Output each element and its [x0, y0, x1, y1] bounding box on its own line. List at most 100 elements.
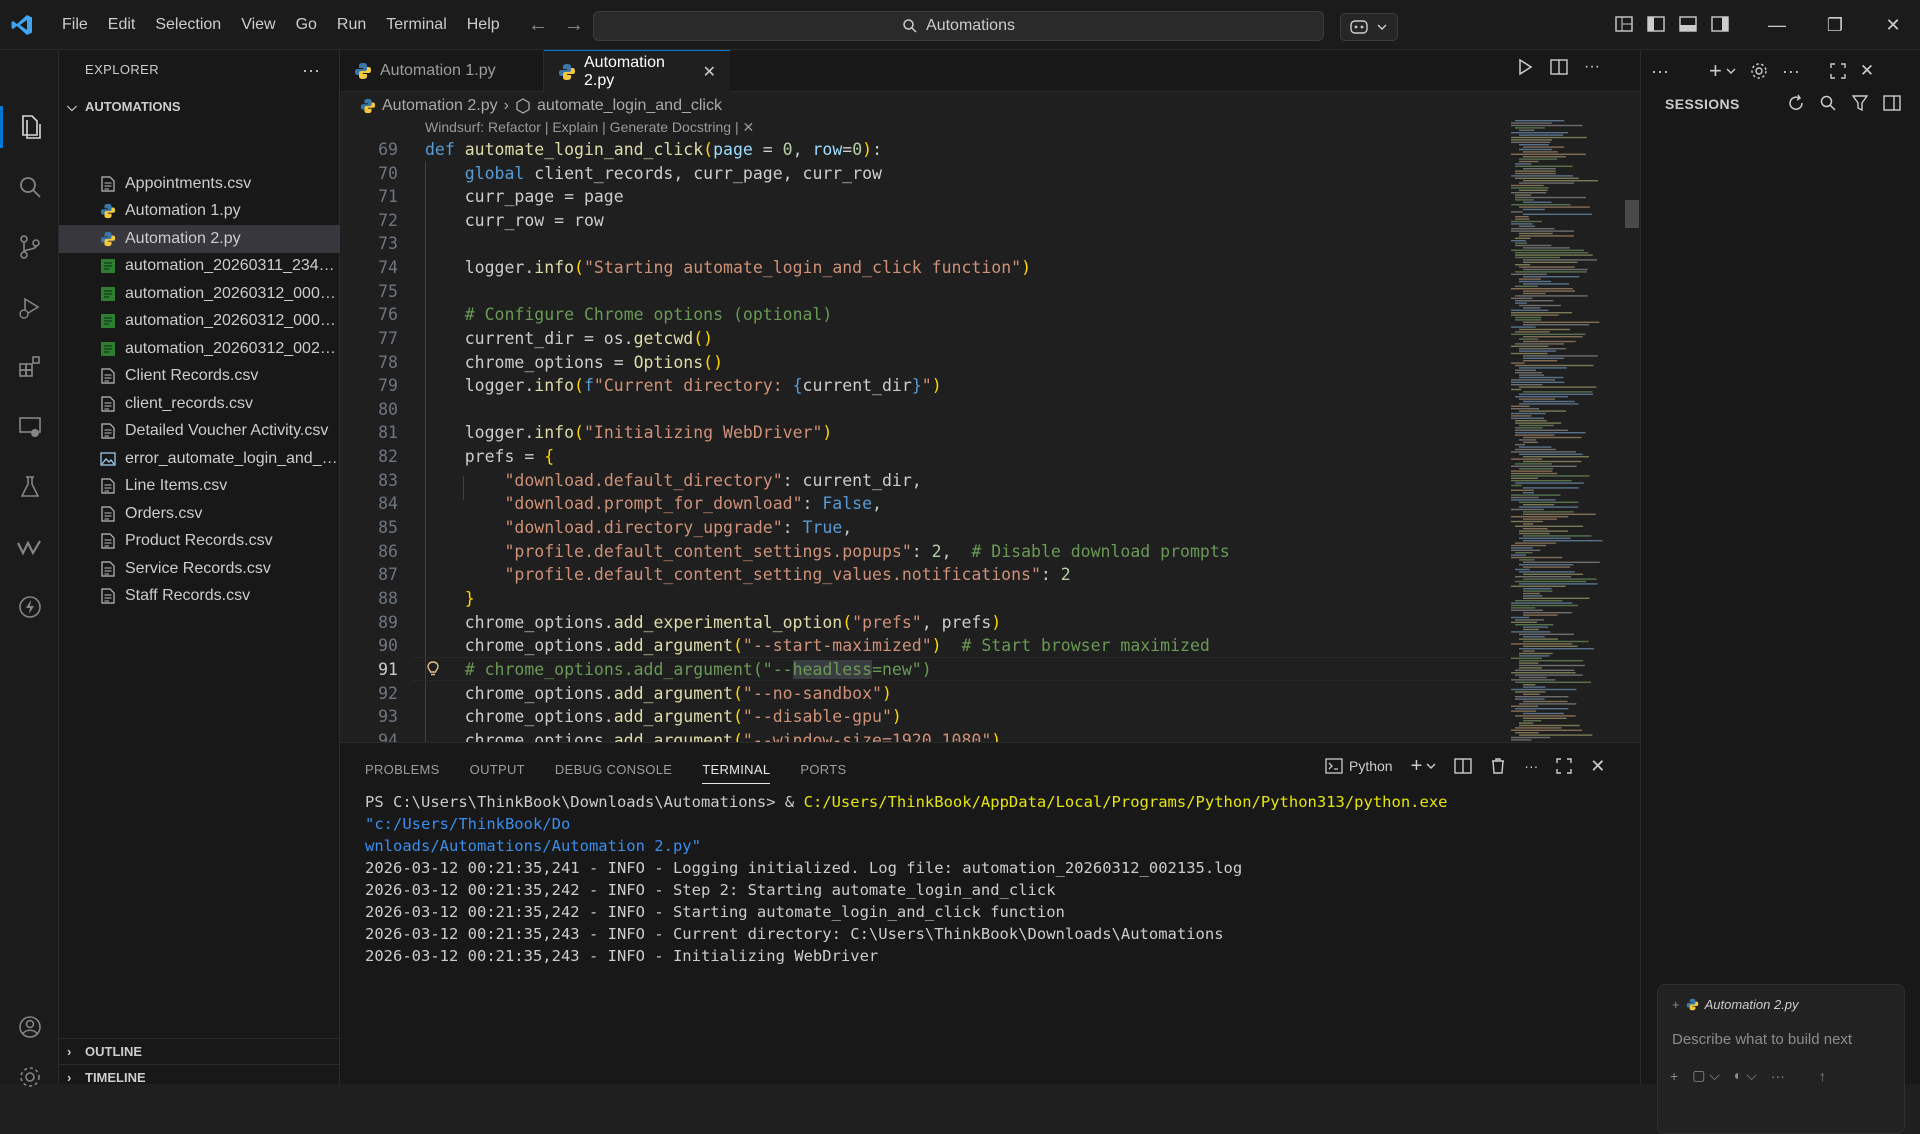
add-icon[interactable]: + [1670, 1068, 1678, 1084]
testing-icon[interactable] [13, 470, 47, 504]
close-icon[interactable]: ✕ [1860, 61, 1874, 81]
file-item[interactable]: Orders.csv [59, 500, 340, 528]
more-actions-icon[interactable]: ··· [1584, 58, 1600, 76]
file-item[interactable]: Client Records.csv [59, 363, 340, 391]
editor-scrollbar[interactable] [1625, 200, 1639, 228]
menu-run[interactable]: Run [327, 0, 376, 50]
file-item[interactable]: Line Items.csv [59, 473, 340, 501]
toggle-secondary-sidebar-icon[interactable] [1710, 14, 1730, 34]
file-item[interactable]: Automation 2.py [59, 225, 340, 253]
restore-button[interactable]: ❐ [1806, 0, 1864, 50]
extensions-icon[interactable] [13, 350, 47, 384]
tab-output[interactable]: OUTPUT [470, 762, 525, 777]
command-center[interactable]: Automations [593, 11, 1324, 41]
more-actions-icon[interactable]: ··· [1524, 758, 1538, 774]
run-python-file-icon[interactable] [1516, 58, 1534, 76]
terminal-shell-name[interactable]: Python [1349, 758, 1393, 774]
lightning-icon[interactable] [13, 590, 47, 624]
remote-explorer-icon[interactable] [13, 410, 47, 444]
model-selector-icon[interactable]: ◐ ⌵ [1734, 1067, 1757, 1084]
timeline-section-header[interactable]: › TIMELINE [59, 1064, 340, 1090]
file-item[interactable]: Automation 1.py [59, 198, 340, 226]
log-file-icon [99, 285, 117, 303]
source-control-icon[interactable] [13, 230, 47, 264]
split-terminal-icon[interactable] [1454, 757, 1472, 775]
settings-gear-icon[interactable] [13, 1060, 47, 1094]
toggle-primary-sidebar-icon[interactable] [1646, 14, 1666, 34]
menu-terminal[interactable]: Terminal [376, 0, 456, 50]
terminal-output[interactable]: PS C:\Users\ThinkBook\Downloads\Automati… [365, 791, 1625, 967]
minimap[interactable] [1505, 118, 1625, 742]
menu-edit[interactable]: Edit [98, 0, 146, 50]
minimize-button[interactable]: — [1748, 0, 1806, 50]
copilot-menu-button[interactable] [1340, 13, 1398, 41]
chat-input-box[interactable]: + Automation 2.py Describe what to build… [1657, 984, 1905, 1134]
search-icon[interactable] [1819, 94, 1837, 112]
explorer-icon[interactable] [13, 110, 47, 144]
file-item[interactable]: automation_20260311_2346... [59, 253, 340, 281]
file-item[interactable]: automation_20260312_0021... [59, 335, 340, 363]
close-window-button[interactable]: ✕ [1864, 0, 1920, 50]
file-item[interactable]: Appointments.csv [59, 170, 340, 198]
file-item[interactable]: automation_20260312_0005... [59, 308, 340, 336]
more-actions-icon[interactable]: ··· [1771, 1068, 1785, 1084]
chat-placeholder[interactable]: Describe what to build next [1672, 1031, 1852, 1048]
new-terminal-icon[interactable]: + [1411, 755, 1423, 778]
back-arrow-icon[interactable]: ← [520, 15, 556, 35]
outline-section-header[interactable]: › OUTLINE [59, 1038, 340, 1064]
tab-ports[interactable]: PORTS [800, 762, 846, 777]
breadcrumb-symbol[interactable]: automate_login_and_click [537, 97, 722, 115]
tab-debug-console[interactable]: DEBUG CONSOLE [555, 762, 672, 777]
file-item[interactable]: error_automate_login_and_c... [59, 445, 340, 473]
settings-gear-icon[interactable] [1750, 62, 1768, 80]
file-item[interactable]: Staff Records.csv [59, 583, 340, 611]
more-actions-icon[interactable]: ··· [1782, 61, 1800, 82]
customize-layout-icon[interactable] [1614, 14, 1634, 34]
refresh-icon[interactable] [1787, 94, 1805, 112]
file-item[interactable]: Detailed Voucher Activity.csv [59, 418, 340, 446]
send-icon[interactable]: ↑ [1819, 1068, 1826, 1084]
filter-icon[interactable] [1851, 94, 1869, 112]
account-icon[interactable] [13, 1010, 47, 1044]
trash-icon[interactable] [1490, 757, 1506, 775]
more-actions-icon[interactable]: ··· [302, 60, 320, 81]
breadcrumb-file[interactable]: Automation 2.py [382, 97, 498, 115]
chevron-down-icon[interactable] [1426, 762, 1436, 770]
file-item[interactable]: Service Records.csv [59, 555, 340, 583]
tab-automation-1[interactable]: Automation 1.py [340, 50, 544, 92]
add-context-icon[interactable]: + [1672, 997, 1680, 1012]
menu-help[interactable]: Help [457, 0, 510, 50]
close-panel-icon[interactable]: ✕ [1590, 756, 1605, 777]
toggle-panel-icon[interactable] [1678, 14, 1698, 34]
file-item[interactable]: client_records.csv [59, 390, 340, 418]
minimap-line [1523, 151, 1558, 153]
maximize-panel-icon[interactable] [1556, 758, 1572, 774]
minimap-line [1519, 398, 1555, 400]
chat-context-file[interactable]: + Automation 2.py [1672, 997, 1799, 1012]
menu-go[interactable]: Go [286, 0, 327, 50]
chevron-down-icon[interactable] [1726, 67, 1736, 75]
forward-arrow-icon[interactable]: → [556, 15, 592, 35]
split-editor-icon[interactable] [1550, 58, 1568, 76]
windsurf-icon[interactable] [13, 530, 47, 564]
more-actions-icon[interactable]: ··· [1651, 61, 1669, 82]
menu-view[interactable]: View [231, 0, 285, 50]
file-item[interactable]: automation_20260312_0005... [59, 280, 340, 308]
run-debug-icon[interactable] [13, 290, 47, 324]
layout-sidebar-icon[interactable] [1883, 94, 1901, 112]
menu-file[interactable]: File [52, 0, 98, 50]
close-tab-icon[interactable]: ✕ [703, 62, 716, 82]
menu-selection[interactable]: Selection [145, 0, 231, 50]
search-icon[interactable] [13, 170, 47, 204]
file-item[interactable]: Product Records.csv [59, 528, 340, 556]
tab-problems[interactable]: PROBLEMS [365, 762, 440, 777]
folder-header-automations[interactable]: ⌵ AUTOMATIONS [59, 94, 340, 120]
new-session-icon[interactable]: + [1709, 58, 1722, 84]
maximize-icon[interactable] [1830, 63, 1846, 79]
tab-automation-2[interactable]: Automation 2.py ✕ [544, 50, 730, 92]
minimap-line [1511, 556, 1563, 559]
tab-terminal[interactable]: TERMINAL [702, 762, 771, 784]
codelens-actions[interactable]: Windsurf: Refactor | Explain | Generate … [425, 119, 754, 136]
code-editor[interactable]: 69 70 71 72 73 74 75 76 77 78 79 80 81 82 83 84 85 86 87 88… [340, 137, 1505, 742]
mode-selector-icon[interactable]: ▢ ⌵ [1692, 1067, 1720, 1084]
